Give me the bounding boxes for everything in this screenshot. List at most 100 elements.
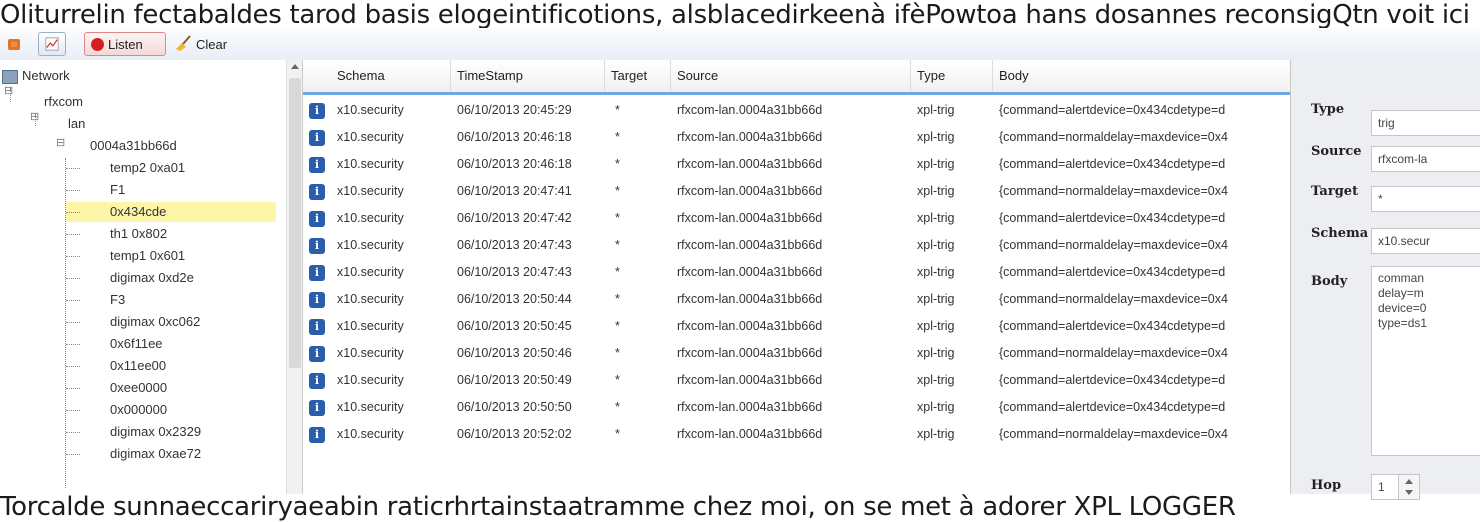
tree-node-label: digimax 0x2329 (110, 424, 202, 439)
tree-node[interactable]: lan (68, 114, 85, 134)
table-row[interactable]: i x10.security 06/10/2013 20:47:43 * rfxcom-… (303, 260, 1291, 285)
cell-source: rfxcom-lan.0004a31bb66d (677, 400, 823, 414)
column-header-target[interactable]: Target (605, 60, 671, 92)
cell-target: * (615, 238, 620, 252)
cell-type: xpl-trig (917, 130, 955, 144)
table-row[interactable]: i x10.security 06/10/2013 20:50:44 * rfxcom-… (303, 287, 1291, 312)
tree-node[interactable]: rfxcom (44, 92, 83, 112)
table-row[interactable]: i x10.security 06/10/2013 20:47:42 * rfxcom-… (303, 206, 1291, 231)
table-row[interactable]: i x10.security 06/10/2013 20:50:50 * rfxcom-… (303, 395, 1291, 420)
listen-button[interactable]: Listen (84, 32, 166, 56)
table-row[interactable]: i x10.security 06/10/2013 20:47:43 * rfxcom-… (303, 233, 1291, 258)
tree-node[interactable]: 0x000000 (110, 400, 167, 420)
table-row[interactable]: i x10.security 06/10/2013 20:50:45 * rfxcom-… (303, 314, 1291, 339)
cell-source: rfxcom-lan.0004a31bb66d (677, 427, 823, 441)
home-icon[interactable] (0, 32, 28, 56)
cell-schema: x10.security (337, 292, 404, 306)
info-icon: i (309, 292, 325, 308)
table-row[interactable]: i x10.security 06/10/2013 20:47:41 * rfxcom-… (303, 179, 1291, 204)
tree-node-label: lan (68, 116, 86, 131)
column-header-schema[interactable]: Schema (331, 60, 451, 92)
tree-node-label: 0x11ee00 (110, 358, 167, 373)
cell-source: rfxcom-lan.0004a31bb66d (677, 373, 823, 387)
collapse-icon[interactable]: ⊟ (30, 110, 39, 123)
info-icon: i (309, 238, 325, 254)
column-header-body[interactable]: Body (993, 60, 1291, 92)
tree-node[interactable]: th1 0x802 (110, 224, 167, 244)
prop-source-label: Source (1311, 144, 1362, 159)
tree-node[interactable]: temp2 0xa01 (110, 158, 185, 178)
tree-root-network[interactable]: Network (2, 66, 70, 86)
tree-node-label: temp2 0xa01 (110, 160, 186, 175)
column-header-source[interactable]: Source (671, 60, 911, 92)
tree-node[interactable]: 0x6f11ee (110, 334, 163, 354)
cell-schema: x10.security (337, 103, 404, 117)
cell-body: {command=alertdevice=0x434cdetype=d (999, 157, 1226, 171)
tree-node-label: digimax 0xd2e (110, 270, 194, 285)
prop-type-field[interactable]: trig (1371, 110, 1480, 136)
prop-hop-label: Hop (1311, 478, 1342, 493)
prop-source-field[interactable]: rfxcom-la (1371, 146, 1480, 172)
cell-timestamp: 06/10/2013 20:52:02 (457, 427, 572, 441)
tree-node[interactable]: digimax 0xd2e (110, 268, 194, 288)
cell-target: * (615, 346, 620, 360)
properties-panel: Type trig Source rfxcom-la Target * Sche… (1290, 60, 1480, 500)
tree-node-label: 0x6f11ee (110, 336, 163, 351)
tree-node[interactable]: 0x434cde (66, 202, 276, 222)
tree-node[interactable]: 0xee0000 (110, 378, 167, 398)
table-row[interactable]: i x10.security 06/10/2013 20:46:18 * rfxcom-… (303, 152, 1291, 177)
info-icon: i (309, 265, 325, 281)
cell-schema: x10.security (337, 373, 404, 387)
column-header-type[interactable]: Type (911, 60, 993, 92)
prop-schema-field[interactable]: x10.secur (1371, 228, 1480, 254)
tree-node[interactable]: digimax 0xc062 (110, 312, 200, 332)
cell-type: xpl-trig (917, 184, 955, 198)
tree-node[interactable]: temp1 0x601 (110, 246, 185, 266)
collapse-icon[interactable]: ⊟ (56, 136, 65, 149)
info-icon: i (309, 184, 325, 200)
tree-node[interactable]: 0x11ee00 (110, 356, 166, 376)
tree-node-label: 0004a31bb66d (90, 138, 177, 153)
chart-icon[interactable] (38, 32, 66, 56)
cell-target: * (615, 130, 620, 144)
cell-target: * (615, 319, 620, 333)
tree-node-label: F3 (110, 292, 126, 307)
column-header-timestamp[interactable]: TimeStamp (451, 60, 605, 92)
cell-schema: x10.security (337, 238, 404, 252)
info-icon: i (309, 157, 325, 173)
table-row[interactable]: i x10.security 06/10/2013 20:46:18 * rfxcom-… (303, 125, 1291, 150)
cell-source: rfxcom-lan.0004a31bb66d (677, 265, 823, 279)
tree-node-label: 0x000000 (110, 402, 168, 417)
tree-scrollbar[interactable] (286, 60, 303, 494)
tree-node-label: F1 (110, 182, 126, 197)
tree-node[interactable]: 0004a31bb66d (90, 136, 177, 156)
cell-target: * (615, 103, 620, 117)
tree-node[interactable]: F1 (110, 180, 125, 200)
tree-node[interactable]: F3 (110, 290, 125, 310)
prop-body-field[interactable]: comman delay=m device=0 type=ds1 (1371, 266, 1480, 456)
cell-body: {command=normaldelay=maxdevice=0x4 (999, 238, 1228, 252)
info-icon: i (309, 373, 325, 389)
hop-spinner[interactable] (1398, 474, 1420, 500)
cell-type: xpl-trig (917, 400, 955, 414)
top-caption-text: Oliturrelin fectabaldes tarod basis elog… (0, 0, 1470, 30)
tree-node[interactable]: digimax 0xae72 (110, 444, 201, 464)
cell-type: xpl-trig (917, 373, 955, 387)
prop-type-label: Type (1311, 102, 1345, 117)
tree-node[interactable]: digimax 0x2329 (110, 422, 201, 442)
cell-target: * (615, 157, 620, 171)
cell-timestamp: 06/10/2013 20:47:41 (457, 184, 572, 198)
scroll-up-icon[interactable] (291, 64, 299, 69)
collapse-icon[interactable]: ⊟ (4, 84, 13, 97)
table-row[interactable]: i x10.security 06/10/2013 20:50:46 * rfxcom-… (303, 341, 1291, 366)
tree-node-label: th1 0x802 (110, 226, 168, 241)
table-row[interactable]: i x10.security 06/10/2013 20:52:02 * rfxcom-… (303, 422, 1291, 447)
prop-target-field[interactable]: * (1371, 186, 1480, 212)
table-row[interactable]: i x10.security 06/10/2013 20:45:29 * rfxcom-… (303, 98, 1291, 123)
cell-schema: x10.security (337, 319, 404, 333)
tree-scroll-thumb[interactable] (289, 78, 301, 368)
cell-type: xpl-trig (917, 346, 955, 360)
info-icon: i (309, 346, 325, 362)
clear-button[interactable]: Clear (168, 32, 238, 56)
table-row[interactable]: i x10.security 06/10/2013 20:50:49 * rfxcom-… (303, 368, 1291, 393)
